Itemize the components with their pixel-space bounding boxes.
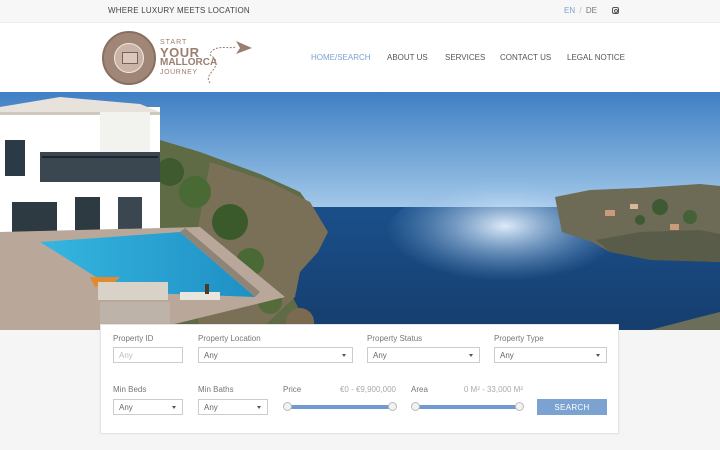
language-en-link[interactable]: EN xyxy=(563,6,576,15)
min-baths-select[interactable]: Any xyxy=(198,399,268,415)
language-separator: / xyxy=(579,6,582,15)
property-id-label: Property ID xyxy=(113,334,154,343)
chevron-down-icon xyxy=(257,406,261,409)
property-location-select[interactable]: Any xyxy=(198,347,353,363)
area-range-value: 0 M² - 33,000 M² xyxy=(463,385,523,394)
price-label: Price xyxy=(283,385,302,394)
chevron-down-icon xyxy=(342,354,346,357)
property-type-label: Property Type xyxy=(494,334,544,343)
nav-item-legal-notice[interactable]: LEGAL NOTICE xyxy=(567,53,625,62)
property-type-select[interactable]: Any xyxy=(494,347,607,363)
min-beds-value: Any xyxy=(119,403,133,412)
area-min-handle[interactable] xyxy=(411,402,420,411)
nav-item-contact-us[interactable]: CONTACT US xyxy=(500,53,551,62)
chevron-down-icon xyxy=(172,406,176,409)
property-location-value: Any xyxy=(204,351,218,360)
area-range-slider[interactable] xyxy=(411,402,524,412)
tagline: WHERE LUXURY MEETS LOCATION xyxy=(108,6,250,15)
top-bar: WHERE LUXURY MEETS LOCATION EN / DE xyxy=(0,0,720,22)
min-baths-label: Min Baths xyxy=(198,385,234,394)
chevron-down-icon xyxy=(469,354,473,357)
area-label: Area xyxy=(411,385,428,394)
price-range-slider[interactable] xyxy=(283,402,397,412)
property-id-input[interactable]: Any xyxy=(113,347,183,363)
logo-seal-icon[interactable] xyxy=(102,31,156,85)
nav-item-about-us[interactable]: ABOUT US xyxy=(387,53,428,62)
property-search-panel: Property ID Any Property Location Any Pr… xyxy=(100,324,619,434)
price-min-handle[interactable] xyxy=(283,402,292,411)
property-status-select[interactable]: Any xyxy=(367,347,480,363)
instagram-icon[interactable] xyxy=(612,7,619,14)
property-status-label: Property Status xyxy=(367,334,423,343)
main-nav: HOME/SEARCH ABOUT US SERVICES CONTACT US… xyxy=(300,53,630,67)
min-baths-value: Any xyxy=(204,403,218,412)
nav-item-services[interactable]: SERVICES xyxy=(445,53,485,62)
search-button[interactable]: SEARCH xyxy=(537,399,607,415)
price-range-value: €0 - €9,900,000 xyxy=(339,385,396,394)
nav-item-home-search[interactable]: HOME/SEARCH xyxy=(311,53,371,62)
logo-arrow-path-icon xyxy=(207,41,252,84)
property-type-value: Any xyxy=(500,351,514,360)
min-beds-select[interactable]: Any xyxy=(113,399,183,415)
property-status-value: Any xyxy=(373,351,387,360)
min-beds-label: Min Beds xyxy=(113,385,147,394)
language-switcher: EN / DE xyxy=(563,6,598,15)
chevron-down-icon xyxy=(596,354,600,357)
property-location-label: Property Location xyxy=(198,334,261,343)
area-max-handle[interactable] xyxy=(515,402,524,411)
hero-image xyxy=(0,92,720,330)
site-header: START YOUR MALLORCA JOURNEY HOME/SEARCH … xyxy=(0,22,720,92)
price-max-handle[interactable] xyxy=(388,402,397,411)
language-de-link[interactable]: DE xyxy=(585,6,598,15)
